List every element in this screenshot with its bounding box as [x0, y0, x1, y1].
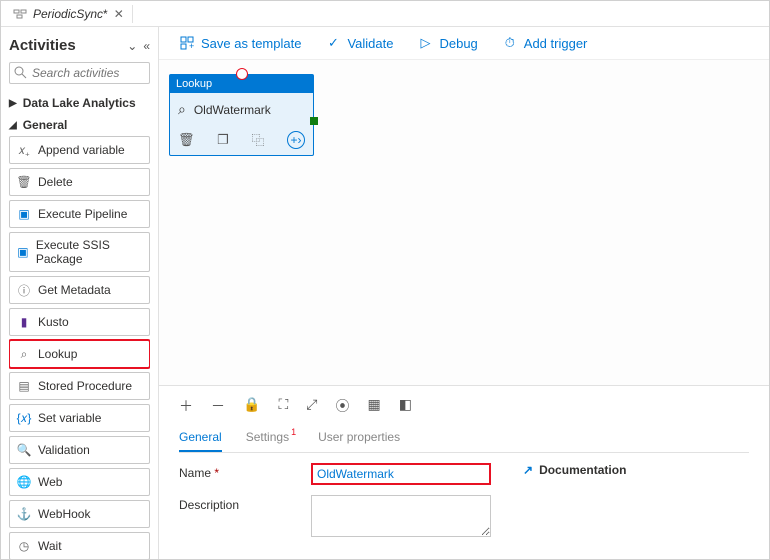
debug-button[interactable]: ▷Debug: [417, 35, 477, 51]
fit-icon[interactable]: ⛶: [278, 396, 288, 416]
search-input[interactable]: [9, 62, 150, 84]
tab-close-button[interactable]: ✕: [114, 7, 124, 21]
activity-get-metadata[interactable]: ⓘGet Metadata: [9, 276, 150, 304]
save-template-button[interactable]: +Save as template: [179, 35, 301, 51]
add-trigger-button[interactable]: ⏱Add trigger: [502, 35, 588, 51]
pipeline-icon: [13, 7, 27, 21]
database-icon: ▤: [16, 378, 32, 394]
activity-append-variable[interactable]: 𝑥₊Append variable: [9, 136, 150, 164]
node-delete-button[interactable]: 🗑: [178, 132, 195, 148]
activity-set-variable[interactable]: {𝑥}Set variable: [9, 404, 150, 432]
node-output-handle[interactable]: [310, 117, 318, 125]
svg-text:+: +: [189, 41, 194, 51]
activity-wait[interactable]: ◷Wait: [9, 532, 150, 559]
activity-web[interactable]: 🌐Web: [9, 468, 150, 496]
tab-title: PeriodicSync*: [33, 7, 108, 21]
node-copy-button[interactable]: ⿻: [251, 130, 264, 149]
description-label: Description: [179, 495, 299, 512]
name-label: Name *: [179, 463, 299, 480]
search-icon: 🔍: [16, 442, 32, 458]
pipeline-tabbar: PeriodicSync* ✕: [1, 1, 769, 27]
collapse-panel-icon[interactable]: «: [143, 39, 150, 53]
align-icon[interactable]: ◧: [399, 396, 412, 416]
category-data-lake-analytics[interactable]: ▶Data Lake Analytics: [9, 92, 150, 114]
tab-general[interactable]: General: [179, 426, 222, 452]
hook-icon: ⚓: [16, 506, 32, 522]
activity-execute-ssis[interactable]: ▣Execute SSIS Package: [9, 232, 150, 272]
description-input[interactable]: [311, 495, 491, 537]
properties-panel: ＋ － 🔒 ⛶ ⤢ ⦿ ▦ ◧ General Settings1 User p…: [159, 385, 769, 559]
activity-kusto[interactable]: ▮Kusto: [9, 308, 150, 336]
tab-user-properties[interactable]: User properties: [318, 426, 400, 452]
trigger-icon: ⏱: [502, 35, 518, 51]
canvas-toolbar: +Save as template ✓Validate ▷Debug ⏱Add …: [159, 27, 769, 60]
lock-icon[interactable]: 🔒: [243, 396, 260, 416]
pipeline-tab[interactable]: PeriodicSync* ✕: [5, 5, 133, 23]
pipeline-canvas[interactable]: Lookup ⌕ OldWatermark 🗑 ❐ ⿻ +›: [159, 60, 769, 385]
validate-button[interactable]: ✓Validate: [325, 35, 393, 51]
activity-delete[interactable]: 🗑Delete: [9, 168, 150, 196]
play-icon: ▷: [417, 35, 433, 51]
external-link-icon: ↗: [523, 463, 533, 477]
info-icon: ⓘ: [16, 282, 32, 298]
layout-icon[interactable]: ▦: [367, 396, 380, 416]
kusto-icon: ▮: [16, 314, 32, 330]
activity-webhook[interactable]: ⚓WebHook: [9, 500, 150, 528]
activity-stored-procedure[interactable]: ▤Stored Procedure: [9, 372, 150, 400]
chevron-right-icon: ▶: [9, 98, 17, 109]
globe-icon: 🌐: [16, 474, 32, 490]
node-add-output-button[interactable]: +›: [287, 131, 305, 149]
activity-lookup[interactable]: ⌕Lookup: [9, 340, 150, 368]
zoom-100-icon[interactable]: ⦿: [335, 396, 349, 416]
activity-validation[interactable]: 🔍Validation: [9, 436, 150, 464]
check-icon: ✓: [325, 35, 341, 51]
sidebar-title: Activities: [9, 37, 76, 54]
activities-sidebar: Activities ⌄ « ▶Data Lake Analytics ◢Gen…: [1, 27, 159, 559]
add-icon[interactable]: ＋: [179, 396, 193, 416]
trash-icon: 🗑: [16, 174, 32, 190]
category-general[interactable]: ◢General: [9, 114, 150, 136]
lookup-icon: ⌕: [178, 101, 186, 118]
node-clone-button[interactable]: ❐: [217, 132, 229, 148]
name-input[interactable]: [311, 463, 491, 485]
variable-icon: 𝑥₊: [16, 142, 32, 158]
lookup-icon: ⌕: [16, 346, 32, 362]
save-icon: +: [179, 35, 195, 51]
expand-collapse-icon[interactable]: ⌄: [127, 39, 137, 53]
documentation-link[interactable]: ↗Documentation: [523, 463, 626, 477]
activity-execute-pipeline[interactable]: ▣Execute Pipeline: [9, 200, 150, 228]
tab-settings[interactable]: Settings1: [246, 426, 294, 452]
node-status-icon: [236, 68, 248, 80]
pipeline-icon: ▣: [16, 206, 32, 222]
chevron-down-icon: ◢: [9, 120, 17, 131]
remove-icon[interactable]: －: [211, 396, 225, 416]
search-icon: [13, 65, 27, 82]
package-icon: ▣: [16, 244, 30, 260]
node-name: OldWatermark: [194, 103, 271, 117]
canvas-node-lookup[interactable]: Lookup ⌕ OldWatermark 🗑 ❐ ⿻ +›: [169, 74, 314, 156]
variable-icon: {𝑥}: [16, 410, 32, 426]
fullscreen-icon[interactable]: ⤢: [306, 396, 317, 416]
clock-icon: ◷: [16, 538, 32, 554]
